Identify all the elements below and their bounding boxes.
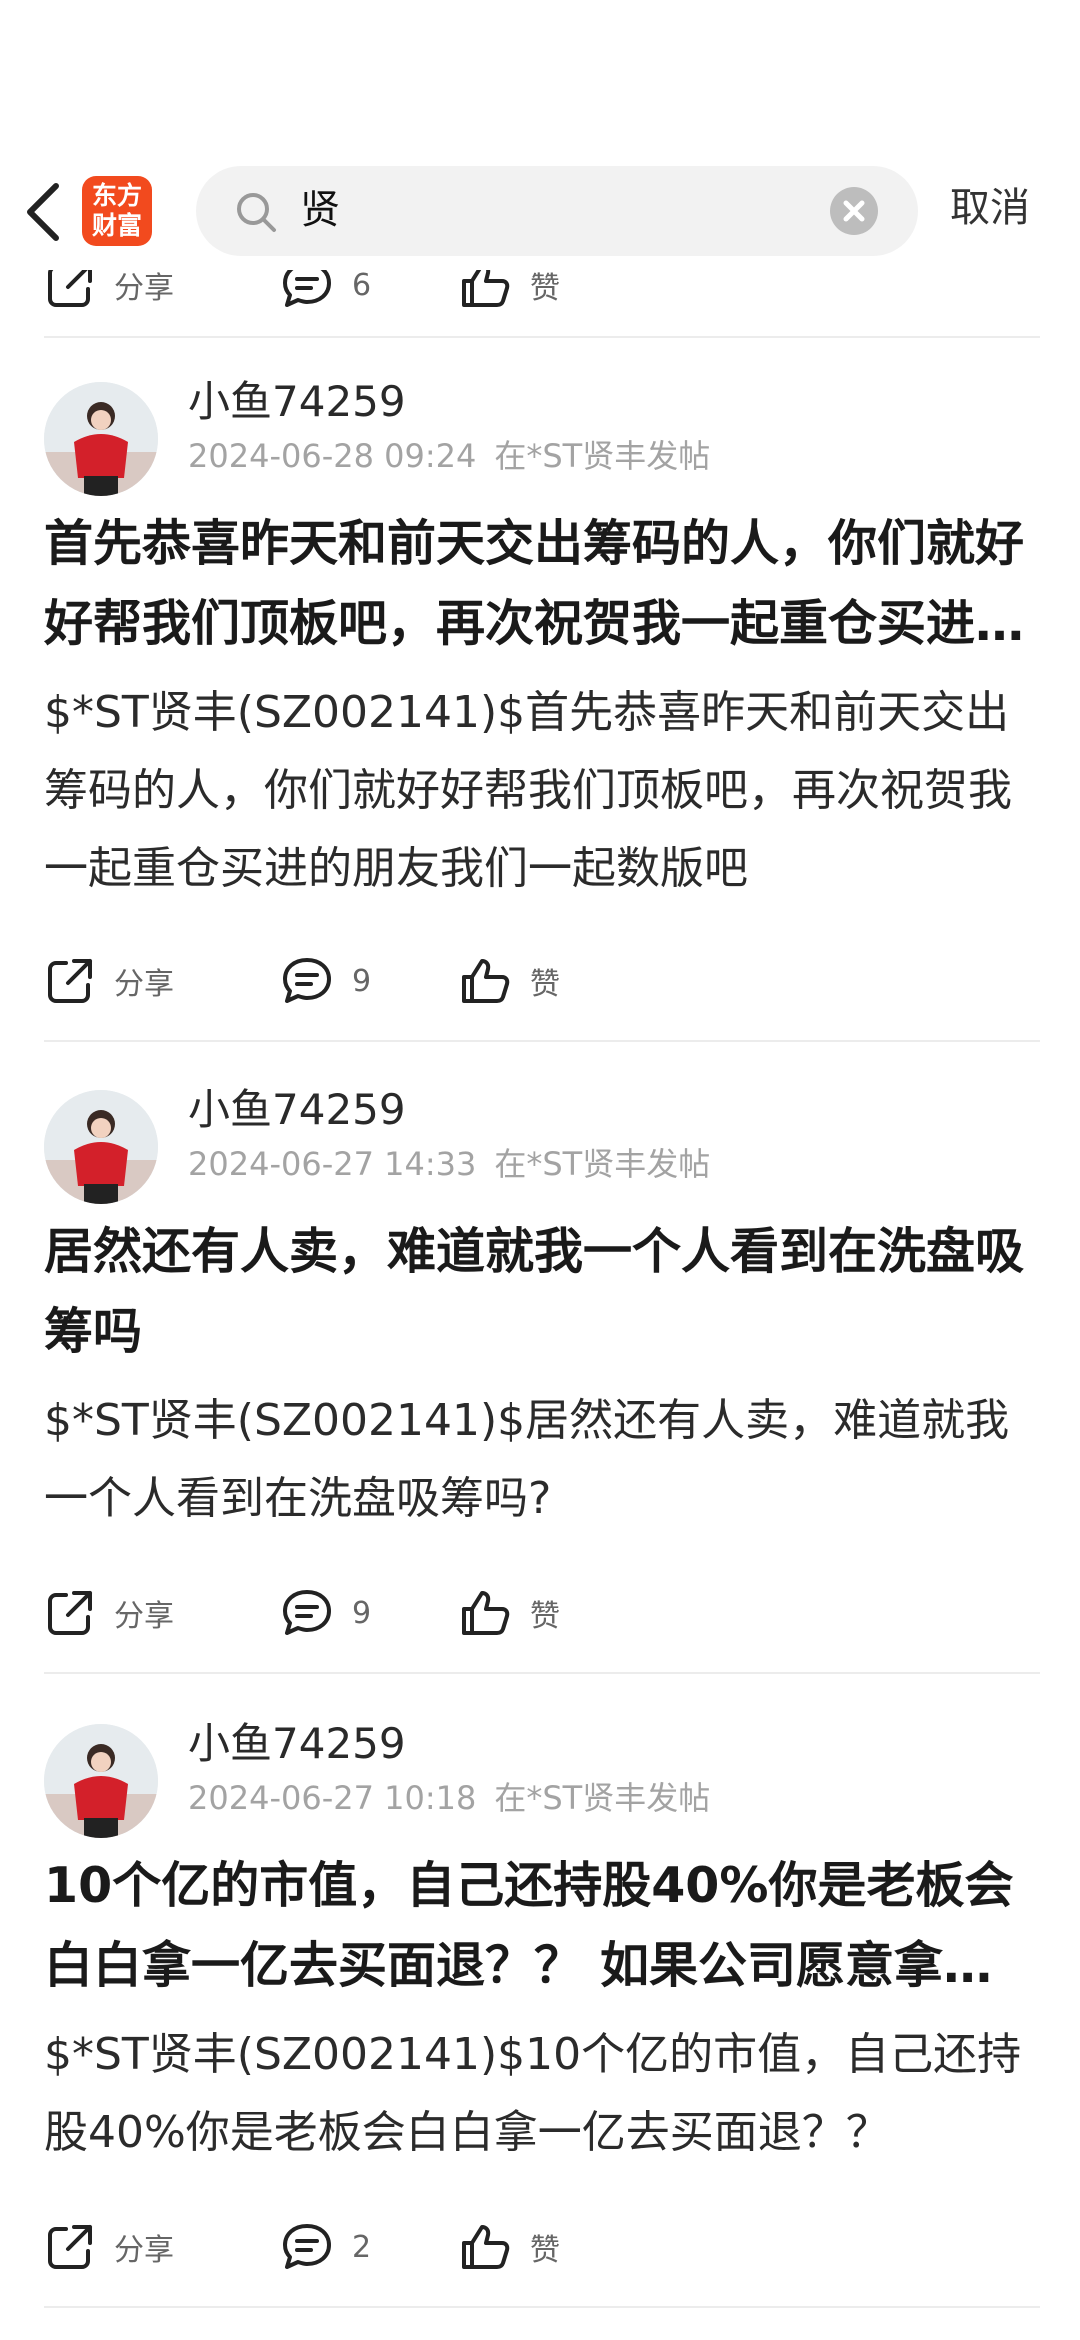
divider xyxy=(44,1040,1040,1042)
divider xyxy=(44,2306,1040,2308)
thumbs-up-icon xyxy=(462,2225,510,2269)
share-label: 分享 xyxy=(114,2233,174,2268)
share-icon xyxy=(48,270,92,307)
comment-button[interactable]: 9 xyxy=(280,1582,371,1644)
post-meta: 2024-06-27 14:33 在*ST贤丰发帖 xyxy=(188,1142,710,1186)
share-button[interactable]: 分享 xyxy=(44,270,174,316)
post-actions: 分享 9 赞 xyxy=(44,1582,604,1644)
post-board[interactable]: 在*ST贤丰发帖 xyxy=(494,437,710,475)
comment-button[interactable]: 6 xyxy=(280,270,371,316)
back-button[interactable] xyxy=(22,180,66,244)
comment-icon xyxy=(283,270,331,307)
cancel-button[interactable]: 取消 xyxy=(950,180,1030,236)
thumbs-up-icon xyxy=(462,270,510,307)
thumbs-up-icon xyxy=(462,959,510,1003)
divider xyxy=(44,1672,1040,1674)
search-icon xyxy=(237,193,276,232)
top-bar: 东方 财富 贤 取消 xyxy=(0,150,1080,270)
search-bar[interactable]: 贤 xyxy=(196,166,918,256)
like-label: 赞 xyxy=(530,967,560,1002)
post-card[interactable]: 小鱼74259 2024-06-27 14:33 在*ST贤丰发帖 居然还有人卖，… xyxy=(0,1046,1080,1678)
like-button[interactable]: 赞 xyxy=(458,270,560,316)
like-label: 赞 xyxy=(530,271,560,306)
avatar[interactable] xyxy=(44,1090,158,1204)
post-board[interactable]: 在*ST贤丰发帖 xyxy=(494,1145,710,1183)
share-label: 分享 xyxy=(114,967,174,1002)
close-icon xyxy=(843,200,865,222)
username[interactable]: 小鱼74259 xyxy=(188,1082,406,1138)
share-button[interactable]: 分享 xyxy=(44,950,174,1012)
post-meta: 2024-06-27 10:18 在*ST贤丰发帖 xyxy=(188,1776,710,1820)
post-card[interactable]: 小鱼74259 2024-06-28 09:24 在*ST贤丰发帖 首先恭喜昨天和… xyxy=(0,338,1080,1042)
post-body[interactable]: $*ST贤丰(SZ002141)$10个亿的市值，自己还持股40%你是老板会白白… xyxy=(44,2016,1036,2172)
post-feed[interactable]: 分享 6 赞 小鱼74259 2024-06-28 09:24 在*ST贤丰发帖… xyxy=(0,270,1080,2340)
post-actions: 分享 6 赞 xyxy=(44,270,604,316)
thumbs-up-icon xyxy=(462,1591,510,1635)
comment-count: 6 xyxy=(352,270,372,303)
avatar[interactable] xyxy=(44,1724,158,1838)
like-button[interactable]: 赞 xyxy=(458,950,560,1012)
like-button[interactable]: 赞 xyxy=(458,2216,560,2278)
comment-icon xyxy=(283,2224,331,2269)
avatar-image xyxy=(44,1724,158,1838)
comment-button[interactable]: 9 xyxy=(280,950,371,1012)
comment-icon xyxy=(283,1590,331,1635)
share-icon xyxy=(48,1591,92,1635)
share-icon xyxy=(48,2225,92,2269)
comment-button[interactable]: 2 xyxy=(280,2216,371,2278)
post-board[interactable]: 在*ST贤丰发帖 xyxy=(494,1779,710,1817)
post-card[interactable]: 小鱼74259 2024-06-27 10:18 在*ST贤丰发帖 10个亿的市值… xyxy=(0,1680,1080,2340)
post-actions: 分享 2 赞 xyxy=(44,2216,604,2278)
chevron-left-icon xyxy=(27,183,59,241)
logo-line2: 财富 xyxy=(91,211,142,240)
share-label: 分享 xyxy=(114,1599,174,1634)
comment-count: 2 xyxy=(352,2229,372,2265)
share-button[interactable]: 分享 xyxy=(44,2216,174,2278)
avatar[interactable] xyxy=(44,382,158,496)
logo-line1: 东方 xyxy=(91,181,142,210)
post-title[interactable]: 10个亿的市值，自己还持股40%你是老板会白白拿一亿去买面退？？ 如果公司愿意拿… xyxy=(44,1846,1036,2006)
clear-search-button[interactable] xyxy=(830,187,878,235)
post-time: 2024-06-28 09:24 xyxy=(188,437,477,475)
post-body[interactable]: $*ST贤丰(SZ002141)$居然还有人卖，难道就我一个人看到在洗盘吸筹吗? xyxy=(44,1382,1036,1538)
search-input[interactable]: 贤 xyxy=(300,184,340,236)
comment-icon xyxy=(283,958,331,1003)
comment-count: 9 xyxy=(352,1595,372,1631)
post-title[interactable]: 居然还有人卖，难道就我一个人看到在洗盘吸筹吗 xyxy=(44,1212,1036,1372)
post-time: 2024-06-27 14:33 xyxy=(188,1145,477,1183)
avatar-image xyxy=(44,1090,158,1204)
share-label: 分享 xyxy=(114,271,174,306)
app-logo[interactable]: 东方 财富 xyxy=(82,176,152,246)
post-title[interactable]: 首先恭喜昨天和前天交出筹码的人，你们就好好帮我们顶板吧，再次祝贺我一起重仓买进的… xyxy=(44,504,1036,664)
like-label: 赞 xyxy=(530,1599,560,1634)
like-label: 赞 xyxy=(530,2233,560,2268)
post-actions: 分享 9 赞 xyxy=(44,950,604,1012)
comment-count: 9 xyxy=(352,963,372,999)
username[interactable]: 小鱼74259 xyxy=(188,374,406,430)
post-body[interactable]: $*ST贤丰(SZ002141)$首先恭喜昨天和前天交出筹码的人，你们就好好帮我… xyxy=(44,674,1036,908)
avatar-image xyxy=(44,382,158,496)
share-button[interactable]: 分享 xyxy=(44,1582,174,1644)
share-icon xyxy=(48,959,92,1003)
username[interactable]: 小鱼74259 xyxy=(188,1716,406,1772)
post-meta: 2024-06-28 09:24 在*ST贤丰发帖 xyxy=(188,434,710,478)
like-button[interactable]: 赞 xyxy=(458,1582,560,1644)
post-time: 2024-06-27 10:18 xyxy=(188,1779,477,1817)
